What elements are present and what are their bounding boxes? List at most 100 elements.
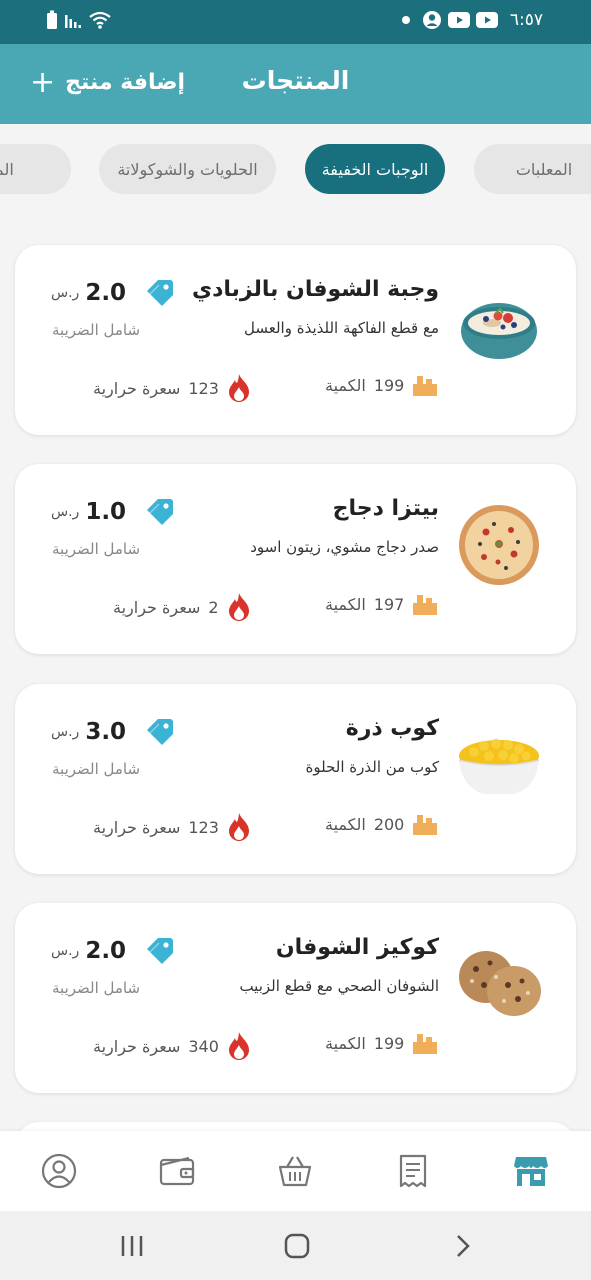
currency: ر.س [51, 285, 80, 301]
tax-note: شامل الضريبة [52, 321, 141, 339]
tax-note: شامل الضريبة [52, 979, 141, 997]
calories-value: 123 [188, 817, 219, 837]
quantity-info: الكمية 199 [325, 373, 438, 397]
currency: ر.س [51, 943, 80, 959]
corn-cup-image [458, 739, 540, 794]
receipt-icon[interactable] [395, 1153, 431, 1189]
profile-icon[interactable] [41, 1153, 77, 1189]
price-tag-icon [147, 280, 174, 306]
price-tag-icon [147, 938, 174, 964]
calories-label: سعرة حرارية [113, 597, 201, 617]
quantity-info: الكمية 199 [325, 1031, 438, 1055]
chicken-pizza-image [459, 505, 539, 585]
quantity-info: الكمية 200 [325, 812, 438, 836]
price-value: 2.0 [85, 280, 127, 306]
system-nav-bar [0, 1211, 591, 1280]
add-product-label: إضافة منتج [65, 70, 186, 95]
price-row: ر.س 1.0 [51, 498, 174, 526]
youtube-icon [447, 12, 470, 28]
quantity-value: 200 [373, 814, 405, 834]
status-left [46, 10, 112, 30]
youtube-icon [475, 12, 498, 28]
quantity-value: 199 [373, 1033, 405, 1053]
fire-icon [228, 813, 249, 841]
home-icon[interactable] [283, 1233, 311, 1259]
account-circle-icon [422, 11, 441, 29]
page-title: المنتجات [241, 66, 350, 95]
calories-value: 2 [208, 597, 219, 617]
price-tag-icon [147, 499, 174, 525]
fire-icon [228, 1032, 249, 1060]
price-row: ر.س 2.0 [51, 279, 174, 307]
store-icon[interactable] [513, 1153, 549, 1189]
quantity-label: الكمية [325, 814, 366, 834]
tax-note: شامل الضريبة [52, 540, 141, 558]
calories-value: 340 [188, 1036, 219, 1056]
calories-value: 123 [188, 378, 219, 398]
quantity-label: الكمية [325, 375, 366, 395]
quantity-label: الكمية [325, 594, 366, 614]
battery-icon [47, 10, 57, 29]
category-tabs: المعلبات الوجبات الخفيفة الحلويات والشوك… [0, 144, 591, 196]
product-card[interactable]: بيتزا دجاج صدر دجاج مشوي، زيتون اسود ر.س… [15, 464, 576, 654]
plus-icon: + [30, 64, 56, 100]
product-description: كوب من الذرة الحلوة [305, 758, 439, 776]
oat-cookies-image [459, 951, 541, 1016]
product-description: الشوفان الصحي مع قطع الزبيب [239, 977, 439, 995]
basket-icon[interactable] [277, 1153, 313, 1189]
quantity-info: الكمية 197 [325, 592, 438, 616]
product-description: مع قطع الفاكهة اللذيذة والعسل [244, 319, 439, 337]
price-value: 2.0 [85, 938, 127, 964]
fire-icon [228, 593, 249, 621]
category-label: المعلبات [515, 159, 573, 179]
oat-yogurt-bowl-image [461, 303, 537, 359]
calories-label: سعرة حرارية [93, 378, 181, 398]
stock-boxes-icon [413, 595, 438, 615]
category-chip-snacks[interactable]: الوجبات الخفيفة [305, 144, 445, 194]
add-product-button[interactable]: إضافة منتج + [30, 64, 186, 100]
signal-icon [65, 15, 81, 28]
category-chip-sweets[interactable]: الحلويات والشوكولاتة [99, 144, 276, 194]
product-card[interactable]: كوب ذرة كوب من الذرة الحلوة ر.س 3.0 شامل… [15, 684, 576, 874]
app-header: إضافة منتج + المنتجات [0, 44, 591, 124]
product-name: كوكيز الشوفان [275, 935, 439, 960]
tax-note: شامل الضريبة [52, 760, 141, 778]
category-label: المشروبات [0, 159, 14, 179]
status-time: ٦:٥٧ [509, 10, 543, 30]
stock-boxes-icon [413, 1034, 438, 1054]
category-chip-drinks[interactable]: المشروبات [0, 144, 71, 194]
notification-dot-icon [401, 16, 410, 24]
bottom-nav [0, 1131, 591, 1211]
category-chip-canned[interactable]: المعلبات [474, 144, 591, 194]
price-value: 3.0 [85, 719, 127, 745]
back-chevron-icon[interactable] [449, 1233, 477, 1259]
category-label: الوجبات الخفيفة [321, 159, 429, 179]
calories-info: سعرة حرارية 340 [93, 1031, 251, 1061]
price-tag-icon [147, 719, 174, 745]
calories-info: سعرة حرارية 123 [93, 373, 251, 403]
fire-icon [228, 374, 249, 402]
calories-label: سعرة حرارية [93, 817, 181, 837]
product-card[interactable]: كوكيز الشوفان الشوفان الصحي مع قطع الزبي… [15, 903, 576, 1093]
product-name: وجبة الشوفان بالزبادي [191, 277, 439, 302]
currency: ر.س [51, 504, 80, 520]
quantity-label: الكمية [325, 1033, 366, 1053]
wifi-icon [89, 11, 111, 29]
price-row: ر.س 2.0 [51, 937, 174, 965]
currency: ر.س [51, 724, 80, 740]
price-row: ر.س 3.0 [51, 718, 174, 746]
product-card[interactable]: وجبة الشوفان بالزبادي مع قطع الفاكهة الل… [15, 245, 576, 435]
status-bar: ٦:٥٧ [0, 0, 591, 44]
stock-boxes-icon [413, 376, 438, 396]
quantity-value: 197 [373, 594, 405, 614]
price-value: 1.0 [85, 499, 127, 525]
status-right: ٦:٥٧ [401, 10, 543, 30]
product-description: صدر دجاج مشوي، زيتون اسود [250, 538, 439, 556]
wallet-icon[interactable] [159, 1153, 195, 1189]
product-name: بيتزا دجاج [332, 496, 439, 521]
stock-boxes-icon [413, 815, 438, 835]
recent-apps-icon[interactable] [118, 1233, 146, 1259]
product-name: كوب ذرة [345, 716, 439, 741]
calories-label: سعرة حرارية [93, 1036, 181, 1056]
calories-info: سعرة حرارية 2 [113, 592, 251, 622]
